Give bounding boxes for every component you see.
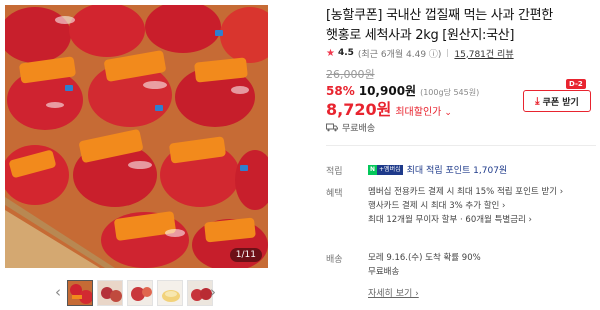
- download-icon: ⤓: [535, 95, 540, 107]
- rating-score: 4.5: [337, 48, 354, 58]
- membership-label: +멤버십: [377, 164, 403, 175]
- benefit-item[interactable]: 멤버십 전용카드 결제 시 최대 15% 적립 포인트 받기 ›: [368, 185, 563, 199]
- points-row[interactable]: N +멤버십 최대 적립 포인트 1,707원: [368, 163, 507, 176]
- product-main-image[interactable]: 1/11: [5, 5, 268, 268]
- image-counter: 1/11: [229, 248, 262, 262]
- points-label: 적립: [326, 167, 343, 177]
- benefits-label: 혜택: [326, 189, 343, 199]
- original-price: 26,000원: [326, 68, 375, 81]
- rating-row: ★ 4.5 (최근 6개월 4.49 ⓘ) 15,781건 리뷰: [326, 46, 514, 60]
- naver-n-icon: N: [368, 164, 378, 175]
- max-discount-price: 8,720원: [326, 100, 392, 119]
- max-discount-row[interactable]: 8,720원 최대할인가 ⌄: [326, 96, 452, 120]
- gallery-next-arrow[interactable]: ›: [207, 282, 219, 302]
- free-shipping-label: 무료배송: [342, 124, 376, 134]
- thumbnail-3[interactable]: [127, 280, 153, 306]
- coupon-button-label: 쿠폰 받기: [542, 97, 579, 108]
- truck-icon: [326, 123, 338, 132]
- thumbnail-strip: [67, 280, 213, 306]
- benefit-item[interactable]: 행사카드 결제 시 최대 3% 추가 할인 ›: [368, 199, 563, 213]
- delivery-details-link[interactable]: 자세히 보기 ›: [368, 286, 419, 299]
- thumbnail-1[interactable]: [67, 280, 93, 306]
- benefit-item[interactable]: 최대 12개월 무이자 할부 · 60개월 특별금리 ›: [368, 213, 563, 227]
- benefits-list: 멤버십 전용카드 결제 시 최대 15% 적립 포인트 받기 › 행사카드 결제…: [368, 185, 563, 227]
- delivery-eta: 모레 9.16.(수) 도착 확률 90%: [368, 253, 481, 263]
- product-detail-page: 1/11 ‹ › [농할쿠폰] 국내산 껍질째 먹는 사과 간편한 햇홍로 세척…: [0, 0, 600, 310]
- thumbnail-2[interactable]: [97, 280, 123, 306]
- apples-in-box-illustration: [5, 5, 268, 268]
- max-points-text: 최대 적립 포인트 1,707원: [406, 166, 508, 176]
- review-count-link[interactable]: 15,781건 리뷰: [454, 47, 513, 60]
- coupon-dday-badge: D-2: [566, 79, 586, 89]
- delivery-fee: 무료배송: [368, 267, 400, 277]
- thumbnail-4[interactable]: [157, 280, 183, 306]
- rating-recent: (최근 6개월 4.49 ⓘ): [357, 49, 442, 60]
- chevron-down-icon: ⌄: [444, 108, 452, 118]
- star-icon: ★: [326, 47, 335, 59]
- free-shipping-row: 무료배송: [326, 121, 375, 134]
- max-discount-label: 최대할인가: [395, 107, 442, 118]
- product-title: [농할쿠폰] 국내산 껍질째 먹는 사과 간편한 햇홍로 세척사과 2kg [원…: [326, 8, 553, 43]
- delivery-info: 모레 9.16.(수) 도착 확률 90% 무료배송: [368, 251, 481, 279]
- gallery-prev-arrow[interactable]: ‹: [52, 282, 64, 302]
- coupon-button[interactable]: ⤓ 쿠폰 받기: [523, 90, 591, 112]
- delivery-label: 배송: [326, 255, 343, 265]
- section-divider: [326, 145, 596, 146]
- naver-membership-badge: N +멤버십: [368, 164, 403, 175]
- divider: [447, 49, 449, 57]
